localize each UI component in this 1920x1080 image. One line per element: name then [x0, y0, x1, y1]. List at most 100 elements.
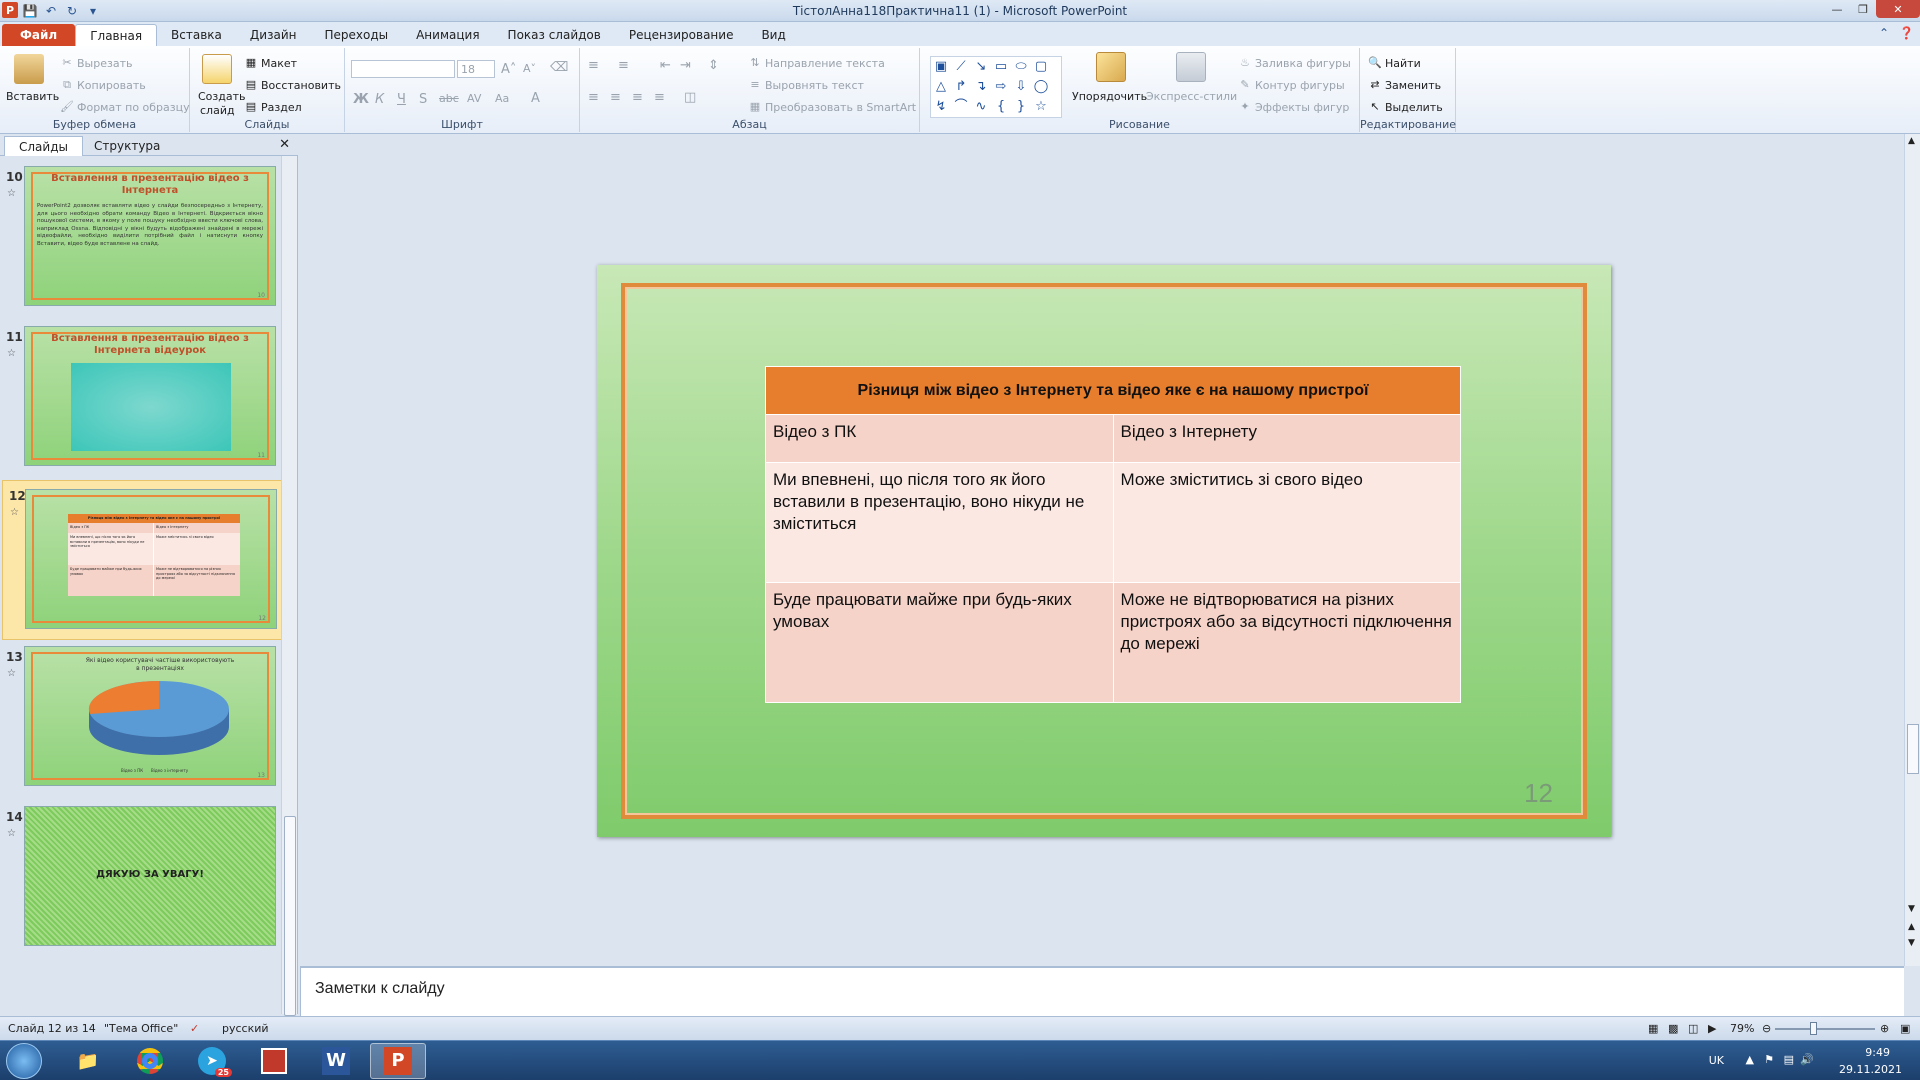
layout-button[interactable]: ▦ Макет — [244, 56, 297, 70]
font-color-button[interactable]: A — [531, 91, 540, 106]
theme-name[interactable]: "Тема Office" — [104, 1022, 178, 1035]
rectangle-shape-icon[interactable]: ▭ — [991, 57, 1011, 77]
text-direction-button[interactable]: ⇅ Направление текста — [748, 56, 884, 70]
down-arrow-shape-icon[interactable]: ⇩ — [1011, 77, 1031, 97]
tab-design[interactable]: Дизайн — [236, 24, 311, 46]
align-text-button[interactable]: ≡ Выровнять текст — [748, 78, 864, 92]
numbering-icon[interactable]: ≡ — [618, 58, 629, 73]
table-cell[interactable]: Ми впевнені, що після того як його встав… — [765, 462, 1114, 583]
line-spacing-icon[interactable]: ⇕ — [708, 58, 719, 73]
format-painter-button[interactable]: 🖌 Формат по образцу — [60, 100, 190, 114]
tab-view[interactable]: Вид — [747, 24, 799, 46]
columns-icon[interactable]: ◫ — [684, 90, 696, 105]
slide-sorter-icon[interactable]: ▩ — [1668, 1022, 1678, 1035]
bold-button[interactable]: Ж — [353, 92, 369, 107]
section-button[interactable]: ▤ Раздел — [244, 100, 302, 114]
previous-slide-icon[interactable]: ▲ — [1908, 922, 1915, 932]
strikethrough-button[interactable]: abc — [439, 92, 459, 105]
slide-thumbnail-11[interactable]: 11 ☆ Вставлення в презентацію відео з Ін… — [0, 326, 280, 474]
slideshow-icon[interactable]: ▶ — [1708, 1022, 1716, 1035]
tab-transitions[interactable]: Переходы — [310, 24, 402, 46]
shrink-font-icon[interactable]: A˅ — [523, 62, 536, 75]
textbox-shape-icon[interactable]: ▣ — [931, 57, 951, 77]
shape-fill-button[interactable]: ♨ Заливка фигуры — [1238, 56, 1351, 70]
find-button[interactable]: 🔍 Найти — [1368, 56, 1421, 70]
slide-thumbnail-14[interactable]: 14 ☆ ДЯКУЮ ЗА УВАГУ! — [0, 806, 280, 954]
justify-icon[interactable]: ≡ — [654, 90, 665, 105]
select-button[interactable]: ↖ Выделить — [1368, 100, 1442, 114]
decrease-indent-icon[interactable]: ⇤ — [660, 58, 671, 73]
new-slide-label-1[interactable]: Создать — [198, 90, 246, 103]
triangle-shape-icon[interactable]: △ — [931, 77, 951, 97]
slide-scrollbar[interactable]: ▲ ▼ ▲ ▼ — [1904, 134, 1920, 966]
pane-close-icon[interactable]: ✕ — [279, 137, 290, 152]
file-explorer-icon[interactable]: 📁 — [60, 1043, 116, 1079]
font-name-combobox[interactable] — [351, 60, 455, 78]
right-brace-shape-icon[interactable]: } — [1011, 97, 1031, 117]
tab-file[interactable]: Файл — [2, 24, 76, 46]
current-slide[interactable]: Різниця між відео з Інтернету та відео я… — [597, 265, 1611, 837]
paint-icon[interactable] — [246, 1043, 302, 1079]
fit-to-window-icon[interactable]: ▣ — [1900, 1022, 1910, 1035]
shape-effects-button[interactable]: ✦ Эффекты фигур — [1238, 100, 1349, 114]
slide-thumbnail-13[interactable]: 13 ☆ Які відео користувачі частіше викор… — [0, 646, 280, 794]
normal-view-icon[interactable]: ▦ — [1648, 1022, 1658, 1035]
table-cell[interactable]: Відео з Інтернету — [1112, 414, 1461, 463]
line-shape-icon[interactable]: ⟋ — [951, 57, 971, 77]
notes-pane[interactable]: Заметки к слайду — [300, 966, 1904, 1016]
scrollbar-thumb[interactable] — [284, 816, 296, 1016]
tab-insert[interactable]: Вставка — [157, 24, 236, 46]
underline-button[interactable]: Ч — [397, 92, 406, 107]
comparison-table[interactable]: Різниця між відео з Інтернету та відео я… — [765, 366, 1461, 703]
elbow-connector-icon[interactable]: ↱ — [951, 77, 971, 97]
paste-icon[interactable] — [14, 54, 44, 84]
clear-format-icon[interactable]: ⌫ — [550, 60, 568, 75]
language-indicator[interactable]: русский — [222, 1022, 269, 1035]
lightning-shape-icon[interactable]: ↯ — [931, 97, 951, 117]
scroll-up-icon[interactable]: ▲ — [1908, 136, 1915, 146]
table-header[interactable]: Різниця між відео з Інтернету та відео я… — [765, 366, 1461, 415]
align-left-icon[interactable]: ≡ — [588, 90, 599, 105]
powerpoint-taskbar-icon[interactable]: P — [370, 1043, 426, 1079]
table-cell[interactable]: Може не відтворюватися на різних пристро… — [1112, 582, 1461, 703]
align-right-icon[interactable]: ≡ — [632, 90, 643, 105]
reset-button[interactable]: ▤ Восстановить — [244, 78, 341, 92]
shadow-button[interactable]: S — [419, 92, 427, 107]
table-cell[interactable]: Може зміститись зі свого відео — [1112, 462, 1461, 583]
left-brace-shape-icon[interactable]: { — [991, 97, 1011, 117]
zoom-level[interactable]: 79% — [1730, 1022, 1754, 1035]
next-slide-icon[interactable]: ▼ — [1908, 938, 1915, 948]
elbow-arrow-icon[interactable]: ↴ — [971, 77, 991, 97]
paste-button[interactable]: Вставить — [6, 90, 59, 103]
bullets-icon[interactable]: ≡ — [588, 58, 599, 73]
arrow-line-shape-icon[interactable]: ↘ — [971, 57, 991, 77]
action-center-flag-icon[interactable]: ⚑ — [1764, 1053, 1774, 1066]
word-icon[interactable]: W — [308, 1043, 364, 1079]
collapse-ribbon-icon[interactable]: ⌃ — [1879, 26, 1889, 40]
tab-slides[interactable]: Слайды — [4, 136, 83, 156]
close-icon[interactable]: ✕ — [1876, 0, 1920, 18]
zoom-slider-knob[interactable] — [1810, 1022, 1817, 1035]
reading-view-icon[interactable]: ◫ — [1688, 1022, 1698, 1035]
right-arrow-shape-icon[interactable]: ⇨ — [991, 77, 1011, 97]
quick-styles-button[interactable]: Экспресс-стили — [1146, 90, 1237, 103]
smartart-button[interactable]: ▦ Преобразовать в SmartArt — [748, 100, 916, 114]
network-icon[interactable]: ▤ — [1784, 1053, 1794, 1066]
rounded-shape-icon[interactable]: ◯ — [1031, 77, 1051, 97]
char-spacing-button[interactable]: AV — [467, 92, 481, 105]
star-shape-icon[interactable]: ☆ — [1031, 97, 1051, 117]
increase-indent-icon[interactable]: ⇥ — [680, 58, 691, 73]
restore-icon[interactable]: ❐ — [1850, 0, 1876, 18]
start-button[interactable] — [6, 1043, 42, 1079]
slide-thumbnail-10[interactable]: 10 ☆ Вставлення в презентацію відео з Ін… — [0, 166, 280, 314]
help-icon[interactable]: ❓ — [1899, 26, 1914, 40]
freeform-shape-icon[interactable]: ∿ — [971, 97, 991, 117]
cut-button[interactable]: ✂ Вырезать — [60, 56, 132, 70]
grow-font-icon[interactable]: A˄ — [501, 62, 516, 77]
replace-button[interactable]: ⇄ Заменить — [1368, 78, 1441, 92]
scroll-down-icon[interactable]: ▼ — [1908, 904, 1915, 914]
chrome-icon[interactable] — [122, 1043, 178, 1079]
slides-pane-scrollbar[interactable] — [281, 156, 297, 1016]
minimize-icon[interactable]: — — [1824, 0, 1850, 18]
clock-time[interactable]: 9:49 — [1865, 1046, 1890, 1059]
